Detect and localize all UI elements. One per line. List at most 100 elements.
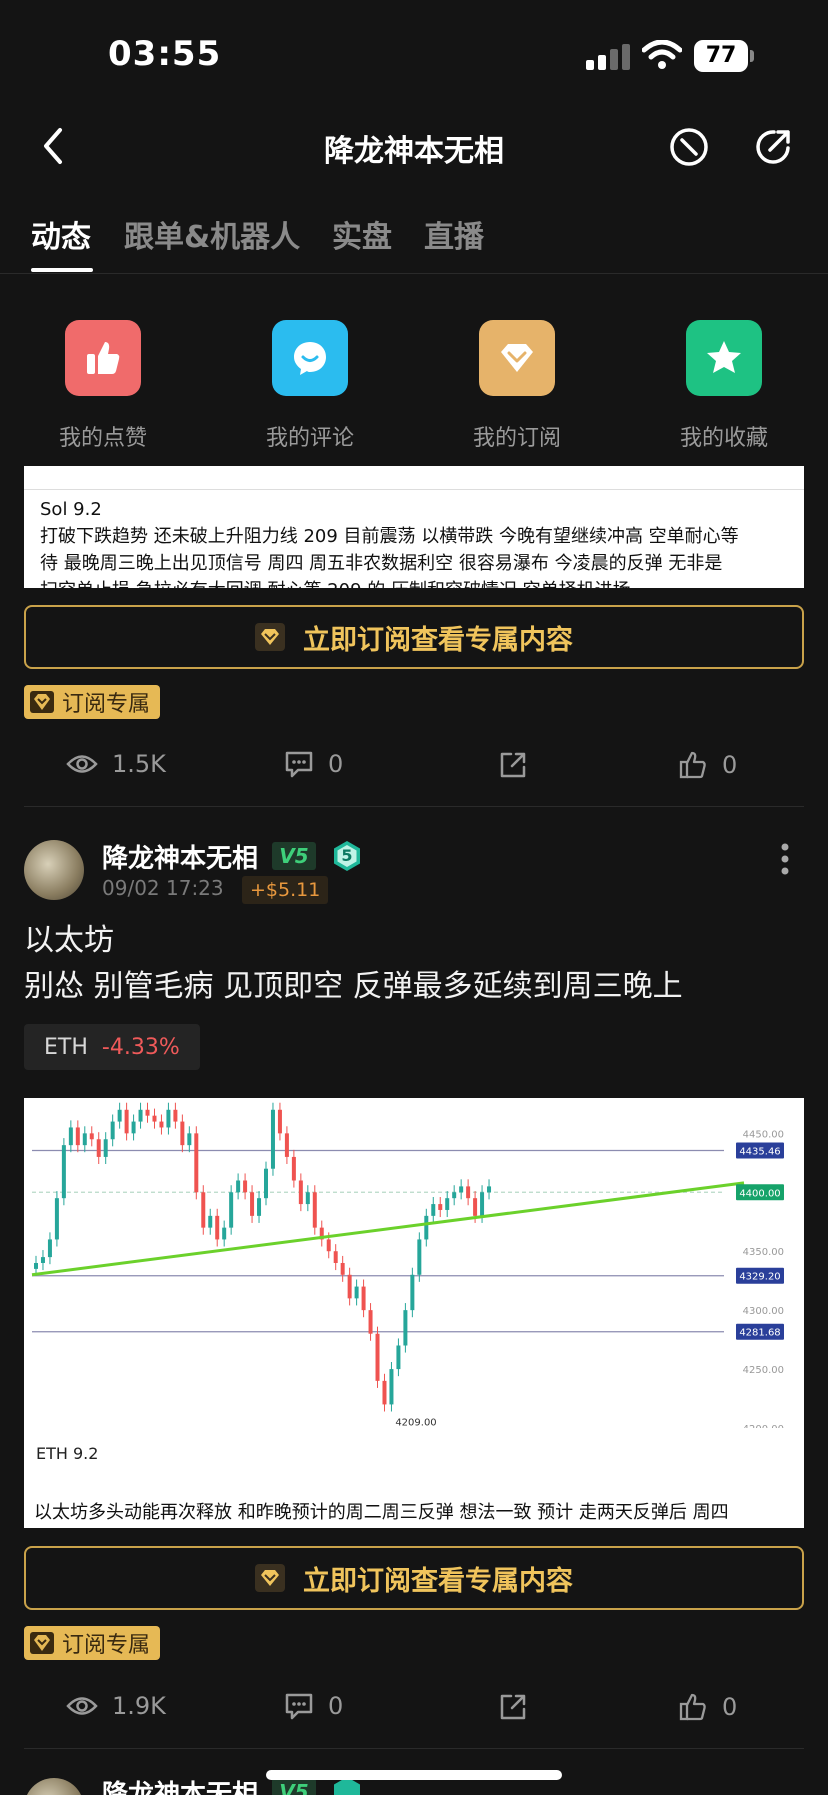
candle-body [480, 1192, 485, 1216]
candle-body [75, 1127, 80, 1146]
share-post-icon[interactable] [498, 1692, 528, 1722]
gem-icon [30, 1632, 54, 1654]
chart-caption: 以太坊多头动能再次释放 和昨晚预计的周二周三反弹 想法一致 预计 走两天反弹后 … [34, 1502, 729, 1523]
candle-body [368, 1310, 373, 1334]
battery-indicator: 77 [694, 40, 754, 72]
subscribe-label: 立即订阅查看专属内容 [303, 1565, 573, 1597]
candle-body [180, 1121, 185, 1146]
like-button[interactable]: 0 [678, 750, 737, 780]
my-likes-button[interactable] [65, 320, 141, 396]
page-title: 降龙神本无相 [324, 134, 504, 169]
subscribe-label: 立即订阅查看专属内容 [303, 624, 573, 656]
candle-body [466, 1186, 471, 1199]
candle-body [396, 1345, 401, 1370]
chart-image-card[interactable]: 4450.00 4400.00 4350.00 4300.00 4250.00 4200.… [24, 1098, 804, 1528]
avatar[interactable] [24, 840, 84, 900]
y-tick-label: 4350.00 [743, 1247, 784, 1258]
candle-body [459, 1186, 464, 1193]
my-comments-label: 我的评论 [265, 426, 354, 451]
subscribe-button[interactable]: 立即订阅查看专属内容 [24, 605, 804, 669]
low-annotation: 4209.00 [395, 1417, 436, 1428]
my-subscriptions-button[interactable] [479, 320, 555, 396]
exclusive-label: 订阅专属 [62, 692, 151, 717]
candle-body [138, 1109, 143, 1122]
candle-body [438, 1204, 443, 1210]
candle-body [389, 1369, 394, 1405]
candle-body [305, 1192, 310, 1205]
tab-copy-trading[interactable]: 跟单&机器人 [124, 212, 300, 256]
candle-body [152, 1115, 157, 1122]
candle-body [257, 1198, 262, 1216]
home-indicator[interactable] [266, 1770, 562, 1780]
trendline [31, 1181, 745, 1277]
my-subscriptions-label: 我的订阅 [472, 426, 561, 451]
gem-icon [30, 691, 54, 713]
tab-dynamics[interactable]: 动态 [31, 212, 91, 256]
like-button[interactable]: 0 [678, 1692, 737, 1722]
post-body-line: 以太坊 [24, 923, 114, 958]
candle-body [326, 1239, 331, 1252]
candle-body [187, 1133, 192, 1146]
candle-body [194, 1133, 199, 1193]
battery-level: 77 [705, 43, 737, 68]
candle-body [96, 1139, 101, 1157]
tab-live-account[interactable]: 实盘 [332, 212, 392, 256]
tab-livestream[interactable]: 直播 [424, 212, 484, 256]
candle-body [298, 1180, 303, 1205]
post-content-preview[interactable]: Sol 9.2 打破下跌趋势 还未破上升阻力线 209 目前震荡 以横带跌 今晚… [24, 466, 804, 588]
price-tag-label: 4400.00 [739, 1188, 780, 1199]
candle-body [445, 1198, 450, 1210]
app-root: 03:55 77 降龙神本无相 动态 跟单&机器人 实盘 直播 我的点赞 我的评… [0, 0, 828, 1795]
y-tick-label: 4450.00 [743, 1129, 784, 1140]
pnl-badge: +$5.11 [242, 876, 329, 904]
candle-body [110, 1121, 115, 1140]
more-options-icon[interactable] [780, 842, 790, 876]
block-icon[interactable] [668, 126, 710, 168]
candle-body [291, 1156, 296, 1181]
candle-body [487, 1186, 492, 1193]
candle-body [243, 1180, 248, 1193]
candle-body [34, 1263, 38, 1269]
candle-body [215, 1215, 220, 1240]
subscribe-button[interactable]: 立即订阅查看专属内容 [24, 1546, 804, 1610]
comment-button[interactable]: 0 [284, 750, 343, 778]
share-post-icon[interactable] [498, 750, 528, 780]
candle-body [236, 1180, 241, 1193]
post-body-line: 别怂 别管毛病 见顶即空 反弹最多延续到周三晚上 [24, 969, 683, 1004]
author-name[interactable]: 降龙神本无相 [102, 838, 258, 875]
candle-body [284, 1133, 289, 1157]
price-tag-label: 4281.68 [739, 1328, 780, 1339]
cellular-signal-icon [586, 44, 630, 70]
chart-title: ETH 9.2 [36, 1444, 99, 1463]
coin-symbol: ETH [44, 1034, 88, 1060]
tabs-divider [0, 273, 828, 274]
avatar[interactable] [24, 1778, 84, 1795]
coin-tag[interactable]: ETH -4.33% [24, 1024, 200, 1070]
candle-body [54, 1198, 59, 1240]
candle-body [61, 1145, 66, 1199]
candle-body [354, 1286, 359, 1299]
comment-button[interactable]: 0 [284, 1692, 343, 1720]
my-comments-button[interactable] [272, 320, 348, 396]
eth-price-chart: 4450.00 4400.00 4350.00 4300.00 4250.00 4200.… [31, 1102, 784, 1428]
candle-body [410, 1274, 415, 1311]
candle-body [382, 1380, 387, 1405]
candle-body [375, 1333, 380, 1381]
subscriber-exclusive-badge: 订阅专属 [24, 1626, 161, 1660]
wifi-icon [642, 40, 682, 69]
y-tick-label: 4250.00 [743, 1365, 784, 1376]
subscription-gem-icon [501, 344, 533, 372]
candle-body [201, 1192, 206, 1228]
candle-body [361, 1286, 366, 1311]
snippet-line: 待 最晚周三晚上出见顶信号 周四 周五非农数据利空 很容易瀑布 今凌晨的反弹 无… [40, 553, 723, 574]
snippet-line: 扫空单止损 急拉必有大回调 耐心等 209 的 压制和突破情况 空单择机进场 [40, 577, 788, 588]
comment-icon [285, 751, 313, 778]
author-name[interactable]: 降龙神本无相 [102, 1774, 258, 1795]
views-count: 1.9K [66, 1692, 166, 1720]
back-chevron-icon[interactable] [36, 126, 72, 166]
candle-body [173, 1109, 178, 1122]
share-icon[interactable] [752, 126, 794, 168]
exclusive-label: 订阅专属 [62, 1633, 151, 1658]
my-favorites-button[interactable] [686, 320, 762, 396]
thumbs-up-outline-icon [679, 1693, 706, 1721]
